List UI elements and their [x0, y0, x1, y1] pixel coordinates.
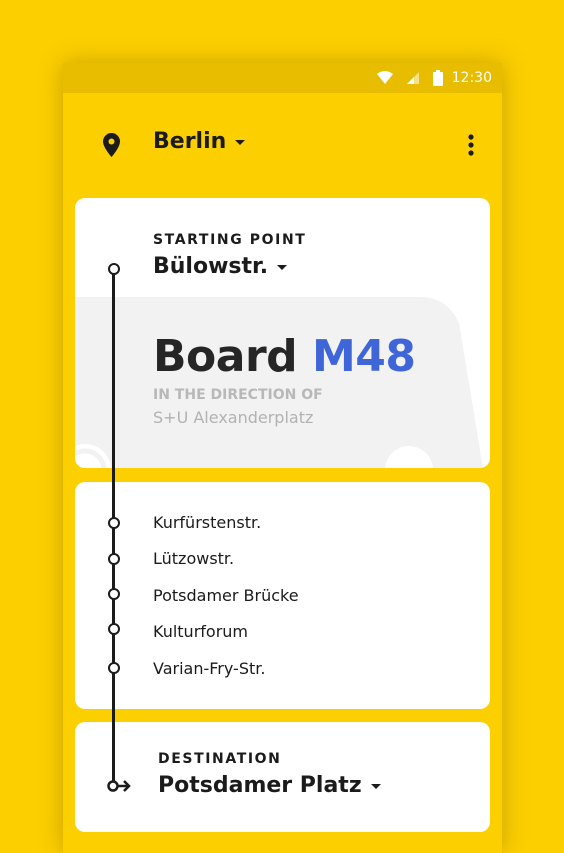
- dropdown-caret-icon: [235, 140, 246, 145]
- battery-icon: [432, 70, 443, 86]
- app-bar: Berlin: [63, 93, 502, 197]
- dropdown-caret-icon: [277, 265, 288, 270]
- clock: 12:30: [451, 70, 492, 86]
- intermediate-stops-card: Kurfürstenstr. Lützowstr. Potsdamer Brüc…: [75, 482, 490, 709]
- list-item: Kulturforum: [153, 622, 248, 641]
- destination-stop-name: Potsdamer Platz: [158, 773, 362, 798]
- route-node: [108, 588, 120, 600]
- starting-point-card: STARTING POINT Bülowstr. Board M48 IN TH…: [75, 198, 490, 468]
- signal-icon: [406, 72, 419, 84]
- location-pin-icon: [103, 133, 120, 157]
- destination-card: DESTINATION Potsdamer Platz: [75, 722, 490, 832]
- list-item: Varian-Fry-Str.: [153, 659, 266, 678]
- city-label: Berlin: [153, 129, 227, 154]
- status-bar: 12:30: [63, 63, 502, 93]
- arrow-right-icon: [107, 780, 131, 792]
- board-heading: Board M48: [153, 331, 416, 382]
- dropdown-caret-icon: [370, 784, 381, 789]
- route-node-start: [108, 263, 120, 275]
- board-prefix: Board: [153, 331, 298, 382]
- route-node: [108, 553, 120, 565]
- route-node: [108, 623, 120, 635]
- direction-label: IN THE DIRECTION OF: [153, 387, 323, 403]
- more-vert-icon[interactable]: [467, 133, 475, 157]
- list-item: Lützowstr.: [153, 549, 235, 568]
- starting-stop-selector[interactable]: Bülowstr.: [153, 254, 288, 279]
- list-item: Kurfürstenstr.: [153, 513, 262, 532]
- line-number: M48: [311, 331, 416, 382]
- destination-label: DESTINATION: [158, 751, 282, 767]
- destination-selector[interactable]: Potsdamer Platz: [158, 773, 381, 798]
- city-selector[interactable]: Berlin: [153, 129, 246, 154]
- list-item: Potsdamer Brücke: [153, 586, 299, 605]
- wifi-icon: [376, 71, 393, 84]
- direction-value: S+U Alexanderplatz: [153, 408, 314, 427]
- starting-stop-name: Bülowstr.: [153, 254, 269, 279]
- starting-point-label: STARTING POINT: [153, 232, 307, 248]
- route-node: [108, 662, 120, 674]
- route-node: [108, 517, 120, 529]
